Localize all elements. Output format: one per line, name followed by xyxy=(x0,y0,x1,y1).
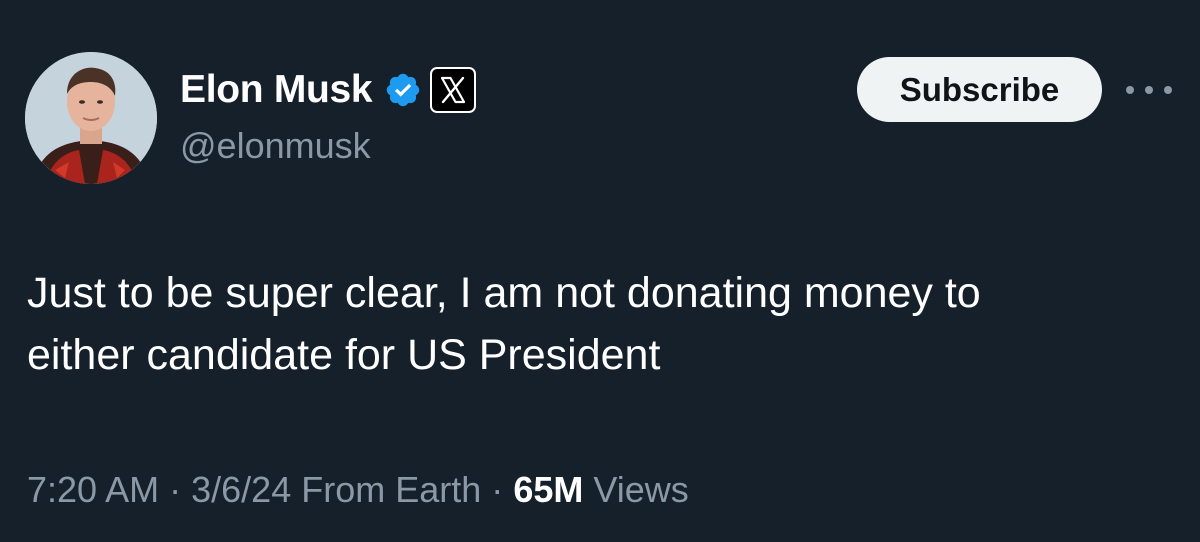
meta-separator: · xyxy=(169,469,182,510)
more-horizontal-icon[interactable] xyxy=(1126,72,1172,108)
more-dot xyxy=(1145,86,1153,94)
meta-separator: · xyxy=(491,469,504,510)
verified-checkmark-icon[interactable] xyxy=(384,71,422,109)
tweet-card: Elon Musk @elonmusk Subscribe Just to be… xyxy=(0,0,1200,542)
tweet-date[interactable]: 3/6/24 xyxy=(191,469,291,510)
author-display-name[interactable]: Elon Musk xyxy=(180,62,373,118)
tweet-meta: 7:20 AM · 3/6/24 From Earth · 65M Views xyxy=(27,466,689,514)
tweet-text: Just to be super clear, I am not donatin… xyxy=(27,269,981,379)
views-label: Views xyxy=(593,469,689,510)
avatar[interactable] xyxy=(25,52,157,184)
more-dot xyxy=(1164,86,1172,94)
avatar-image xyxy=(25,52,157,184)
subscribe-button[interactable]: Subscribe xyxy=(857,57,1102,122)
author-handle[interactable]: @elonmusk xyxy=(180,122,371,170)
author-name-row: Elon Musk xyxy=(180,62,477,118)
more-dot xyxy=(1126,86,1134,94)
tweet-location: From Earth xyxy=(301,469,482,510)
views-count[interactable]: 65M xyxy=(513,469,583,510)
tweet-time[interactable]: 7:20 AM xyxy=(27,469,159,510)
x-logo-icon[interactable] xyxy=(430,67,477,113)
